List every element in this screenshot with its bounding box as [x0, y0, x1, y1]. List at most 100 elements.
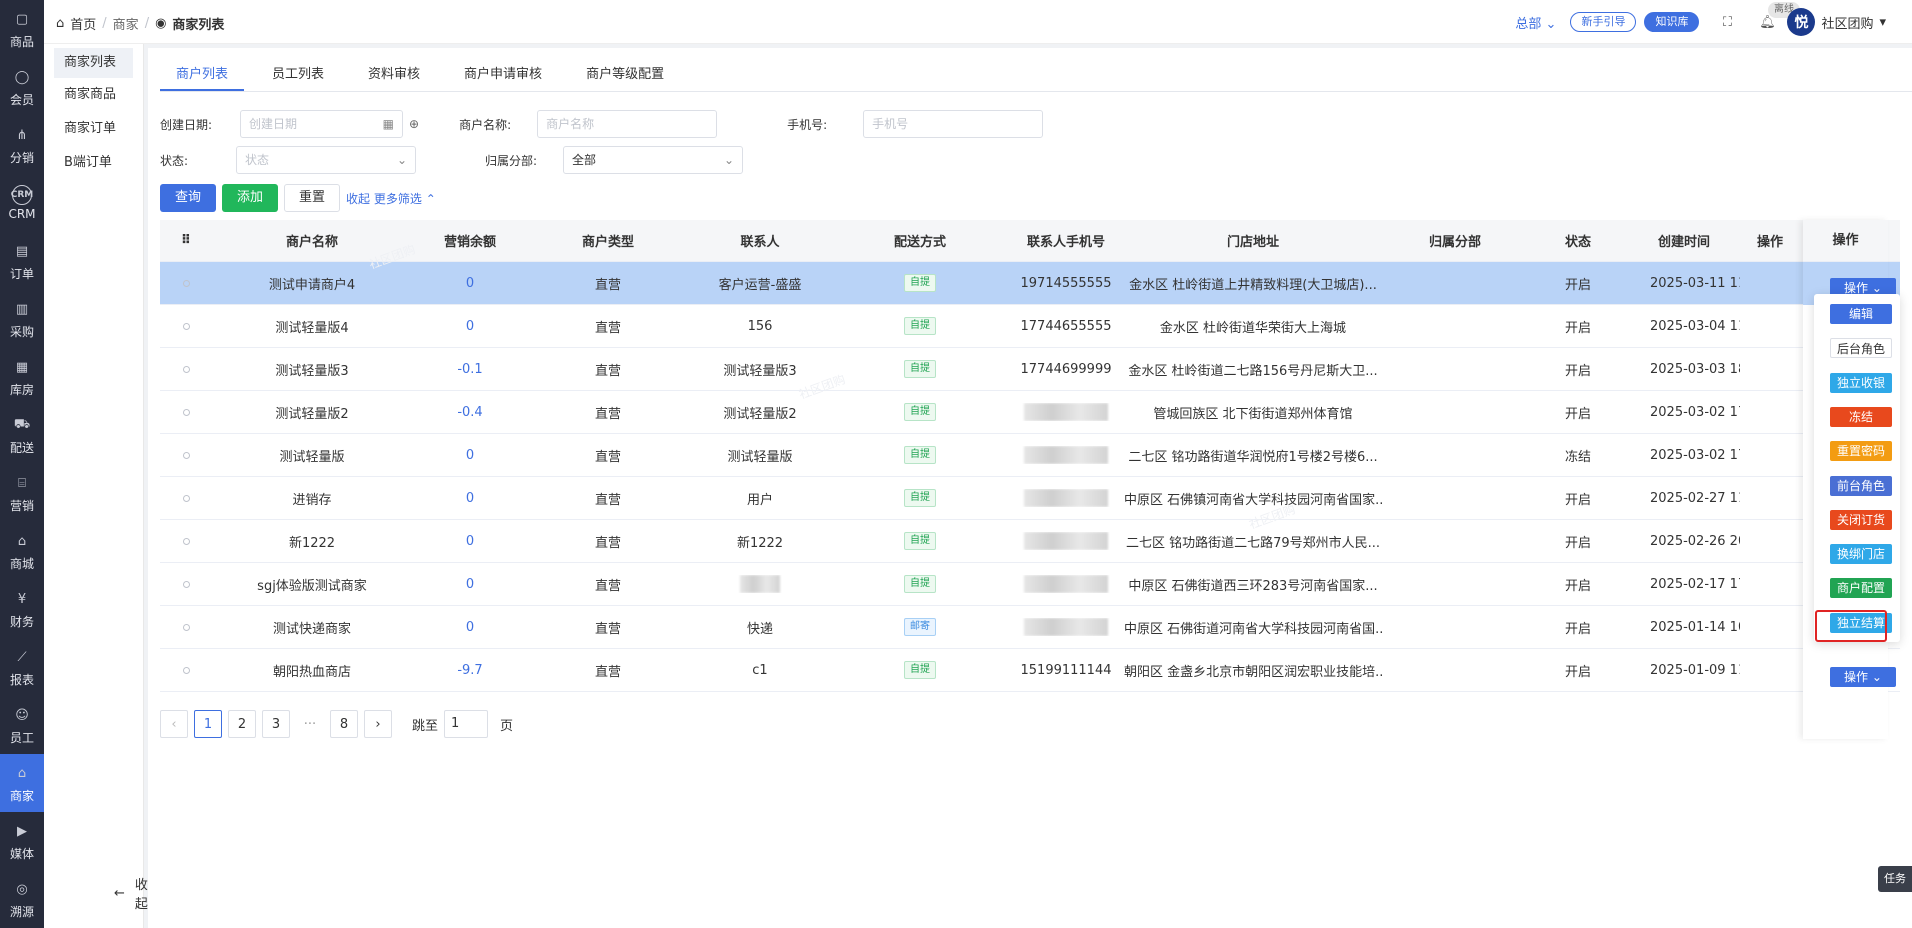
dropdown-item-0[interactable]: 编辑 [1830, 304, 1892, 324]
merchant-name-input[interactable]: 商户名称 [537, 110, 718, 138]
row-select[interactable] [160, 448, 212, 463]
dropdown-item-1[interactable]: 后台角色 [1830, 338, 1892, 359]
jump-input[interactable]: 1 [444, 710, 489, 738]
fullscreen-icon[interactable]: ⛶ [1717, 12, 1737, 32]
table-row[interactable]: 测试申请商户4 0 直营 客户运营-盛盛 自提 19714555555 金水区 杜岭街道上井… [160, 262, 1900, 305]
tab-merchant-list[interactable]: 商户列表 [160, 58, 245, 91]
dropdown-item-5[interactable]: 前台角色 [1830, 475, 1892, 496]
row-select[interactable] [160, 663, 212, 678]
prev-page-icon[interactable]: ‹ [160, 710, 188, 738]
rail-item-11[interactable]: ⟋ 报表 [0, 638, 44, 696]
table-row[interactable]: sgj体验版测试商家 0 直营 自提 中原区 石佛街道西三环283号河南省国家... 开启… [160, 563, 1900, 606]
redacted-blur [740, 575, 780, 593]
table-row[interactable]: 测试轻量版2 -0.4 直营 测试轻量版2 自提 管城回族区 北下街街道郑州体育馆 开启 20… [160, 391, 1900, 434]
guide-button[interactable]: 新手引导 [1570, 12, 1637, 32]
table-row[interactable]: 测试快递商家 0 直营 快递 邮寄 中原区 石佛街道河南省大学科技园河南省国... 开启 20… [160, 606, 1900, 649]
table-row[interactable]: 测试轻量版4 0 直营 156 自提 17744655555 金水区 杜岭街道华荣街大上海城… [160, 305, 1900, 348]
page-button[interactable]: 3 [262, 710, 290, 738]
row-select[interactable] [160, 491, 212, 506]
rail-item-12[interactable]: ☺ 员工 [0, 696, 44, 754]
table-row[interactable]: 测试轻量版3 -0.1 直营 测试轻量版3 自提 17744699999 金水区 杜岭街道二… [160, 348, 1900, 391]
dropdown-item-7[interactable]: 换绑门店 [1830, 544, 1892, 565]
collapse-sidebar-button[interactable]: ← 收起 [114, 874, 148, 912]
row-radio[interactable] [182, 666, 190, 674]
row-radio[interactable] [182, 494, 190, 502]
rail-item-5[interactable]: ▥ 采购 [0, 290, 44, 348]
row-select[interactable] [160, 577, 212, 592]
row-radio[interactable] [182, 322, 190, 330]
phone-input[interactable]: 手机号 [863, 110, 1044, 138]
column-settings-icon[interactable]: ⠿ [160, 233, 212, 248]
subnav-item-merchant-goods[interactable]: 商家商品 [44, 78, 143, 112]
row-actions-button[interactable]: 操作 ⌄ [1830, 667, 1896, 687]
rail-item-8[interactable]: ⌸ 营销 [0, 464, 44, 522]
cell-phone: 15199111144 [1020, 662, 1112, 678]
branch-select[interactable]: 全部 ⌄ [563, 146, 743, 174]
dropdown-item-3[interactable]: 冻结 [1830, 406, 1892, 427]
table-row[interactable]: 进销存 0 直营 用户 自提 中原区 石佛镇河南省大学科技园河南省国家... 开启 2025-… [160, 477, 1900, 520]
dropdown-item-8[interactable]: 商户配置 [1830, 578, 1892, 599]
table-row[interactable]: 朝阳热血商店 -9.7 直营 c1 自提 15199111144 朝阳区 金盏乡北京市朝阳区… [160, 649, 1900, 692]
rail-item-15[interactable]: ◎ 溯源 [0, 870, 44, 928]
row-radio[interactable] [182, 580, 190, 588]
row-select[interactable] [160, 319, 212, 334]
row-radio[interactable] [182, 537, 190, 545]
rail-item-7[interactable]: ⛟ 配送 [0, 406, 44, 464]
cell-balance: 0 [465, 576, 475, 592]
date-picker[interactable]: 创建日期 ▦ [240, 110, 403, 138]
dropdown-item-6[interactable]: 关闭订货 [1830, 509, 1892, 530]
dropdown-item-4[interactable]: 重置密码 [1830, 441, 1892, 462]
yen-icon: ¥ [17, 592, 27, 607]
rail-item-6[interactable]: ▦ 库房 [0, 348, 44, 406]
home-icon[interactable]: ⌂ [56, 16, 64, 31]
rail-item-1[interactable]: ◯ 会员 [0, 58, 44, 116]
user-menu[interactable]: 悦 社区团购 ▾ [1787, 8, 1886, 36]
task-button[interactable]: 任务 [1878, 866, 1912, 892]
row-select[interactable] [160, 276, 212, 291]
add-button[interactable]: 添加 [222, 184, 279, 212]
page-button[interactable]: 2 [228, 710, 256, 738]
knowledge-base-button[interactable]: 知识库 [1644, 12, 1700, 32]
rail-item-0[interactable]: ▢ 商品 [0, 0, 44, 58]
rail-item-9[interactable]: ⌂ 商城 [0, 522, 44, 580]
status-select[interactable]: 状态 ⌄ [236, 146, 416, 174]
rail-item-14[interactable]: ▶ 媒体 [0, 812, 44, 870]
tab-application-review[interactable]: 商户申请审核 [448, 58, 558, 91]
page-button[interactable]: 1 [194, 710, 222, 738]
row-radio[interactable] [182, 451, 190, 459]
rail-item-10[interactable]: ¥ 财务 [0, 580, 44, 638]
reset-button[interactable]: 重置 [284, 184, 341, 212]
row-select[interactable] [160, 534, 212, 549]
rail-item-4[interactable]: ▤ 订单 [0, 232, 44, 290]
add-circle-icon[interactable]: ⊕ [409, 117, 419, 131]
row-radio[interactable] [182, 365, 190, 373]
row-radio[interactable] [182, 623, 190, 631]
cell-status: 开启 [1564, 578, 1591, 594]
query-button[interactable]: 查询 [160, 184, 217, 212]
row-select[interactable] [160, 362, 212, 377]
rail-item-13[interactable]: ⌂ 商家 [0, 754, 44, 812]
bell-icon[interactable]: 🔔︎ [1757, 12, 1777, 32]
dropdown-item-2[interactable]: 独立收银 [1830, 372, 1892, 393]
tab-level-config[interactable]: 商户等级配置 [570, 58, 680, 91]
breadcrumb-parent[interactable]: 商家 [113, 14, 139, 33]
rail-item-2[interactable]: ⋔ 分销 [0, 116, 44, 174]
rail-item-3[interactable]: CRM CRM [0, 174, 44, 232]
breadcrumb-home[interactable]: 首页 [70, 14, 96, 33]
table-row[interactable]: 新1222 0 直营 新1222 自提 二七区 铭功路街道二七路79号郑州市人民... 开启… [160, 520, 1900, 563]
subnav-item-merchant-orders[interactable]: 商家订单 [44, 112, 143, 146]
row-select[interactable] [160, 620, 212, 635]
cell-type: 直营 [594, 492, 621, 508]
row-radio[interactable] [182, 408, 190, 416]
org-switcher[interactable]: 总部 ⌄ [1515, 13, 1556, 32]
table-row[interactable]: 测试轻量版 0 直营 测试轻量版 自提 二七区 铭功路街道华润悦府1号楼2号楼6... 冻结… [160, 434, 1900, 477]
tab-info-review[interactable]: 资料审核 [352, 58, 436, 91]
page-button[interactable]: 8 [330, 710, 358, 738]
tab-staff-list[interactable]: 员工列表 [256, 58, 340, 91]
row-radio[interactable] [182, 279, 190, 287]
subnav-item-b-orders[interactable]: B端订单 [44, 146, 143, 180]
row-select[interactable] [160, 405, 212, 420]
toggle-more-filters-link[interactable]: 收起 更多筛选 ⌃ [346, 190, 436, 207]
next-page-icon[interactable]: › [364, 710, 392, 738]
subnav-item-merchant-list[interactable]: 商家列表 [54, 48, 133, 78]
